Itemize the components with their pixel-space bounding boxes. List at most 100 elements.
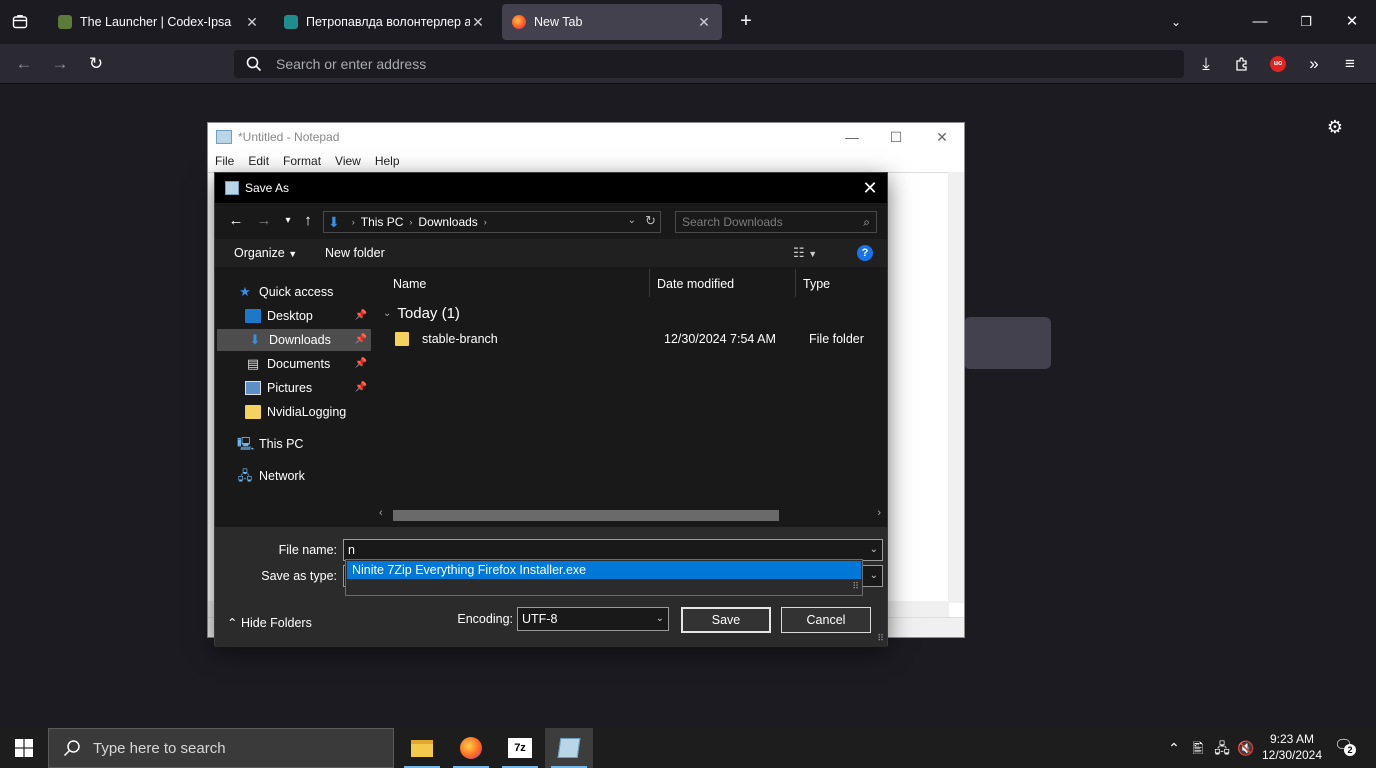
tree-item-pictures[interactable]: Pictures 📌 [245,377,371,399]
firefox-view-icon[interactable] [8,10,32,34]
notepad-close-icon[interactable]: ✕ [928,127,956,147]
group-header-today[interactable]: ⌄ Today (1) [383,305,460,322]
taskbar-file-explorer[interactable] [398,728,446,768]
breadcrumb-separator-icon[interactable]: › [352,217,355,227]
menu-file[interactable]: File [215,154,234,168]
tree-item-desktop[interactable]: Desktop 📌 [245,305,371,327]
close-icon[interactable]: ✕ [696,14,712,30]
tree-item-downloads[interactable]: ⬇ Downloads 📌 [217,329,371,351]
address-breadcrumb[interactable]: ⬇ › This PC › Downloads › ⌄ ↻ [323,211,661,233]
tab-new-tab[interactable]: New Tab ✕ [502,4,722,40]
file-row[interactable]: stable-branch 12/30/2024 7:54 AM File fo… [381,327,879,351]
forward-arrow-icon[interactable]: → [48,52,72,76]
back-arrow-icon[interactable]: ← [227,212,245,230]
up-arrow-icon[interactable]: ↑ [299,212,317,230]
dialog-close-icon[interactable]: ✕ [859,177,881,199]
save-button[interactable]: Save [681,607,771,633]
tree-item-this-pc[interactable]: 🖳 This PC [237,433,371,455]
tray-app-icon[interactable]: 🖺 [1188,738,1208,758]
search-downloads-input[interactable] [676,212,852,232]
chevron-down-icon[interactable]: ⌄ [870,544,878,555]
menu-help[interactable]: Help [375,154,400,168]
notepad-vertical-scrollbar[interactable] [948,172,964,603]
network-icon[interactable]: 🖧 [1212,738,1232,758]
notepad-maximize-icon[interactable]: ☐ [882,127,910,147]
chevron-down-icon[interactable]: ⌄ [870,570,878,581]
new-tab-shortcut-tile[interactable] [964,317,1051,369]
pin-icon[interactable]: 📌 [355,382,367,393]
cancel-button[interactable]: Cancel [781,607,871,633]
forward-arrow-icon[interactable]: → [255,212,273,230]
scrollbar-thumb[interactable] [393,510,779,521]
file-name-combobox[interactable]: ⌄ [343,539,883,561]
scroll-left-icon[interactable]: ‹ [379,507,383,519]
taskbar-clock[interactable]: 9:23 AM 12/30/2024 [1254,731,1330,763]
tab-codex-ipsa[interactable]: The Launcher | Codex-Ipsa ✕ [48,4,270,40]
close-icon[interactable]: ✕ [470,14,486,30]
hamburger-menu-icon[interactable]: ≡ [1338,52,1362,76]
hide-folders-button[interactable]: ⌃ Hide Folders [227,615,312,630]
taskbar-notepad[interactable] [545,728,593,768]
tree-item-quick-access[interactable]: ★ Quick access [237,281,371,303]
tree-item-network[interactable]: 🖧 Network [237,465,371,487]
overflow-chevrons-icon[interactable]: » [1302,52,1326,76]
show-hidden-icons-chevron-icon[interactable]: ⌃ [1164,738,1184,758]
column-header-type[interactable]: Type [795,267,885,301]
taskbar-7zip[interactable]: 7z [496,728,544,768]
help-icon[interactable]: ? [857,245,873,261]
pin-icon[interactable]: 📌 [355,310,367,321]
scroll-right-icon[interactable]: › [877,507,881,519]
taskbar-firefox[interactable] [447,728,495,768]
search-downloads-box[interactable]: ⌕ [675,211,877,233]
minimize-icon[interactable]: — [1248,10,1272,34]
address-bar[interactable] [234,50,1184,78]
refresh-icon[interactable]: ↻ [645,213,656,229]
resize-grip-icon[interactable]: ⠿ [877,633,884,644]
taskbar-search-input[interactable] [93,739,373,757]
address-input[interactable] [276,56,1156,72]
menu-view[interactable]: View [335,154,361,168]
recent-locations-chevron-icon[interactable]: ▾ [279,212,297,230]
new-tab-settings-gear-icon[interactable]: ⚙ [1324,116,1346,138]
new-tab-plus-icon[interactable]: + [734,10,758,34]
organize-button[interactable]: Organize ▼ [234,246,297,260]
ublock-origin-icon[interactable]: uo [1266,52,1290,76]
site-favicon-icon [284,15,298,29]
tab-petropavl[interactable]: Петропавлда волонтерлер ан ✕ [274,4,496,40]
breadcrumb-separator-icon[interactable]: › [409,217,412,227]
restore-icon[interactable]: ❐ [1294,10,1318,34]
resize-grip-icon[interactable]: ⠿ [852,581,859,592]
file-type: File folder [809,332,864,346]
breadcrumb-this-pc[interactable]: This PC [361,215,404,229]
file-name-input[interactable] [344,540,854,560]
downloads-icon[interactable]: ⤓ [1194,52,1218,76]
autocomplete-suggestion[interactable]: Ninite 7Zip Everything Firefox Installer… [347,561,861,579]
new-folder-button[interactable]: New folder [325,246,385,260]
address-dropdown-chevron-icon[interactable]: ⌄ [628,215,636,226]
breadcrumb-downloads[interactable]: Downloads [418,215,477,229]
reload-icon[interactable]: ↻ [84,52,108,76]
extensions-puzzle-icon[interactable] [1230,52,1254,76]
taskbar-search-box[interactable] [48,728,394,768]
menu-edit[interactable]: Edit [248,154,269,168]
group-label: Today (1) [397,305,460,322]
back-arrow-icon[interactable]: ← [12,52,36,76]
menu-format[interactable]: Format [283,154,321,168]
notepad-minimize-icon[interactable]: — [838,127,866,147]
volume-muted-icon[interactable]: 🔇 [1236,738,1256,758]
file-list-horizontal-scrollbar[interactable]: ‹ › [377,507,883,523]
column-header-name[interactable]: Name [385,267,649,301]
breadcrumb-separator-icon[interactable]: › [484,217,487,227]
windows-start-icon[interactable] [0,728,48,768]
tree-item-documents[interactable]: ▤ Documents 📌 [245,353,371,375]
close-icon[interactable]: ✕ [244,14,260,30]
column-header-date-modified[interactable]: Date modified [649,267,795,301]
close-window-icon[interactable]: ✕ [1340,10,1364,34]
tree-item-nvidialogging[interactable]: NvidiaLogging [245,401,371,423]
view-options-icon[interactable]: ☷ ▼ [793,245,817,261]
tab-list-chevron-icon[interactable]: ⌄ [1164,10,1188,34]
pin-icon[interactable]: 📌 [355,334,367,345]
notification-center-icon[interactable]: 🗨 2 [1334,736,1358,760]
pin-icon[interactable]: 📌 [355,358,367,369]
encoding-select[interactable]: UTF-8 ⌄ [517,607,669,631]
